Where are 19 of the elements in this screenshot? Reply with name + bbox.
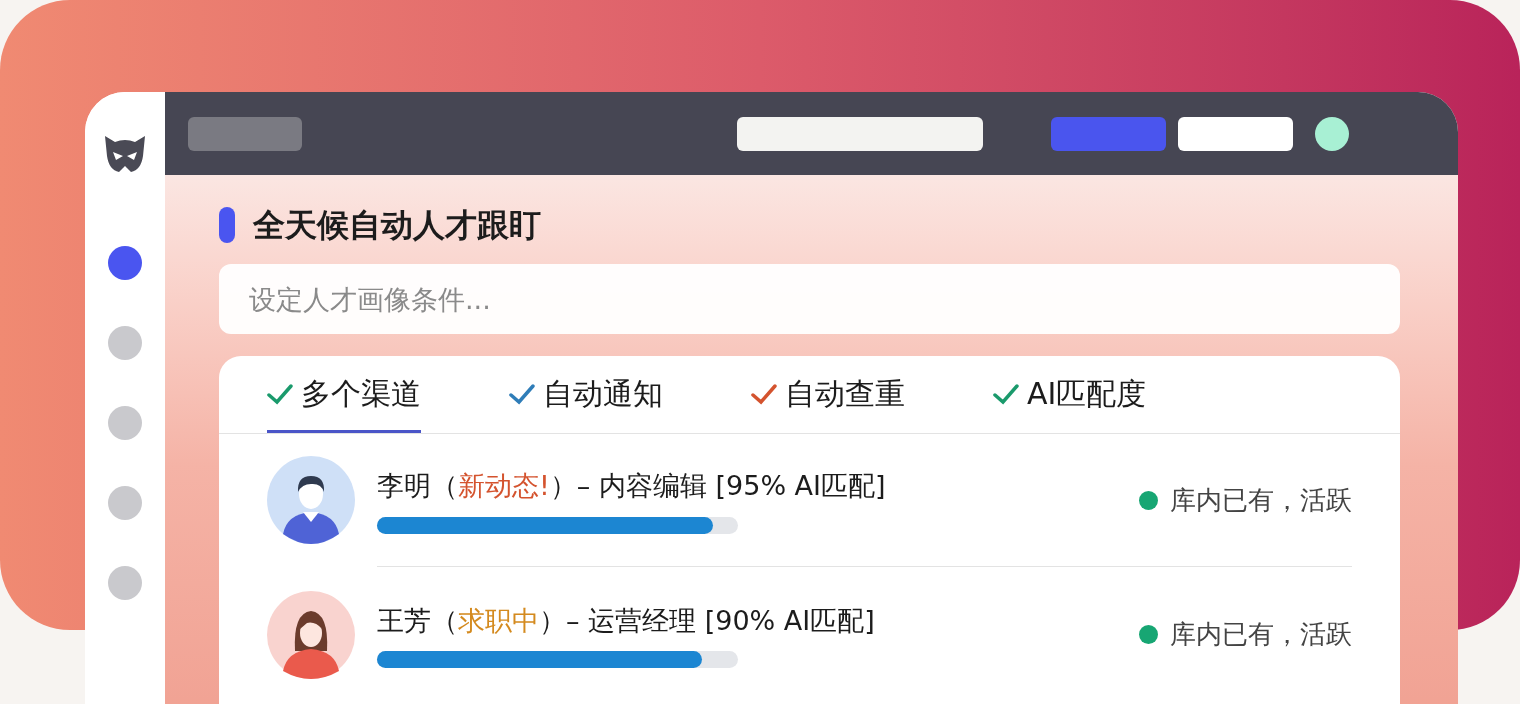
tab[interactable]: 多个渠道: [267, 371, 421, 433]
status-label: 库内已有，活跃: [1170, 483, 1352, 517]
man-avatar-icon: [267, 456, 355, 544]
candidate-title: 李明（新动态!）– 内容编辑 [95% AI匹配]: [377, 469, 887, 504]
candidate-title: 王芳（求职中）– 运营经理 [90% AI匹配]: [377, 603, 876, 638]
secondary-button[interactable]: [1178, 116, 1293, 151]
tab[interactable]: 自动查重: [751, 371, 905, 433]
section-title: 全天候自动人才跟盯: [253, 205, 541, 246]
status-label: 库内已有，活跃: [1170, 618, 1352, 651]
heading-marker: [219, 207, 235, 243]
primary-button[interactable]: [1051, 116, 1166, 151]
search-bar[interactable]: [737, 116, 983, 151]
woman-avatar-icon: [267, 590, 355, 679]
search-field[interactable]: 设定人才画像条件...: [219, 264, 1400, 334]
owl-logo-icon: [103, 134, 147, 174]
user-avatar[interactable]: [1315, 116, 1349, 151]
sidebar-item[interactable]: [108, 246, 142, 280]
tab[interactable]: 自动通知: [509, 371, 663, 433]
tab[interactable]: AI匹配度: [993, 371, 1147, 433]
